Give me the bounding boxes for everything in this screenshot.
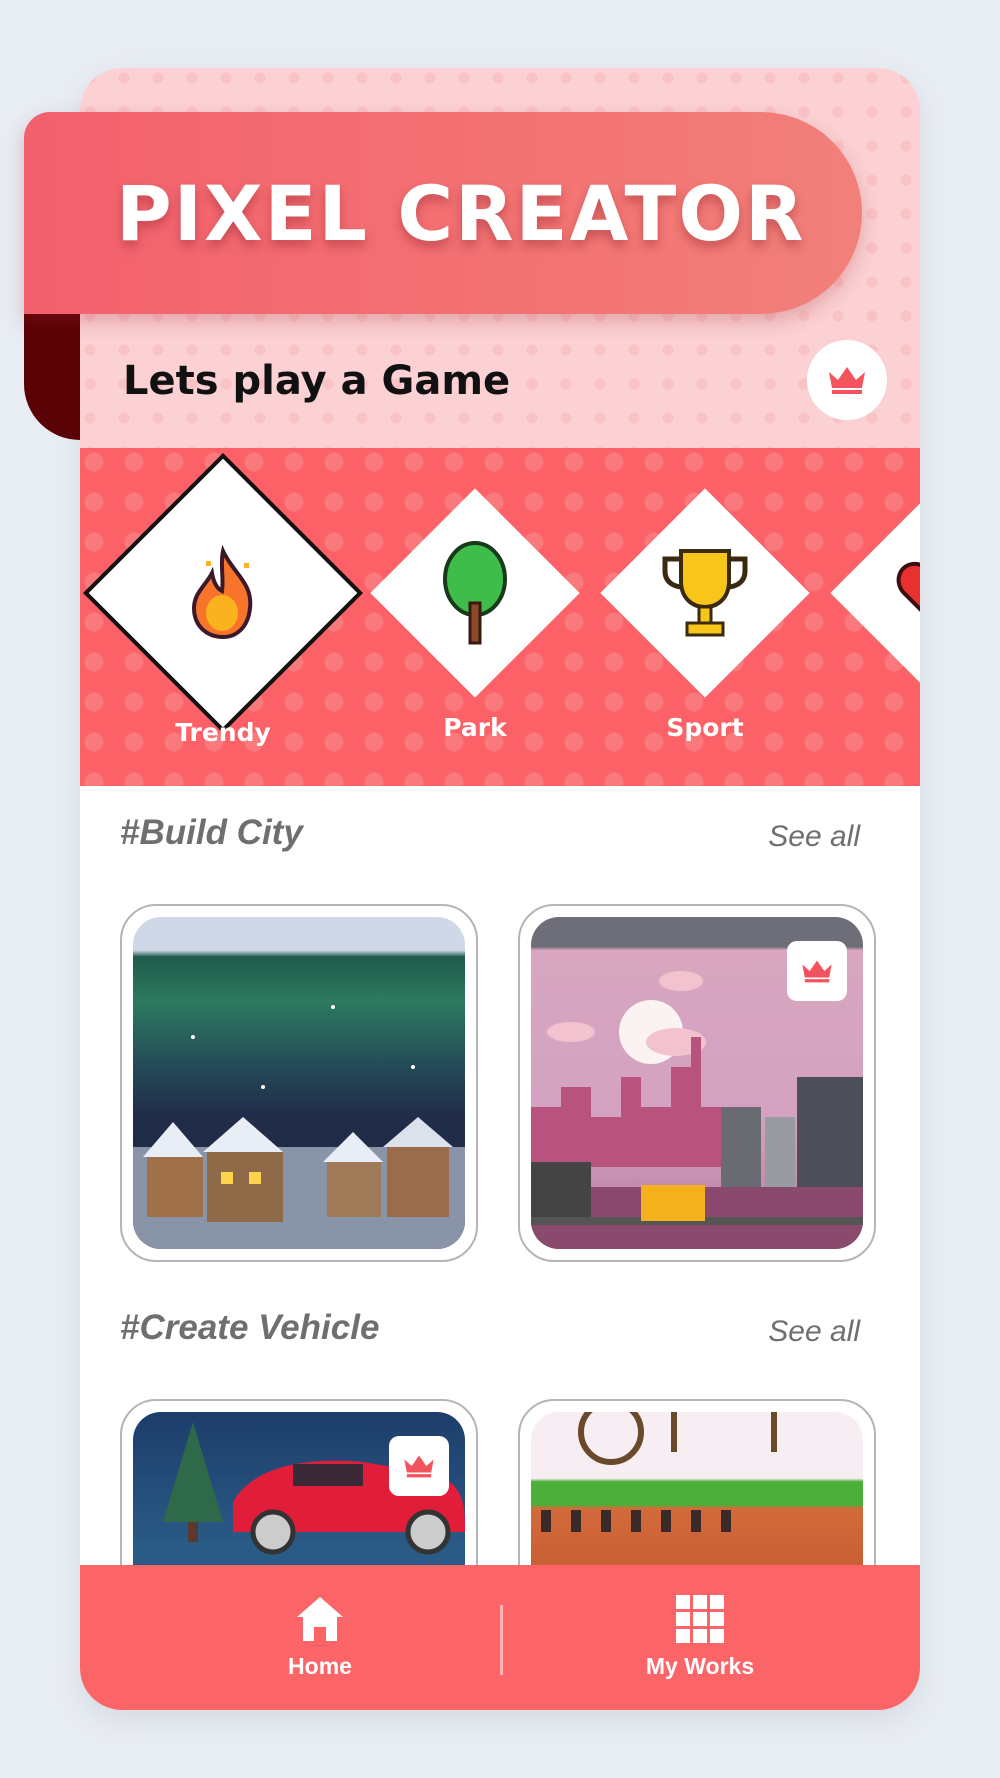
page-subtitle: Lets play a Game [123,358,511,404]
see-all-link[interactable]: See all [768,820,860,854]
nav-home[interactable]: Home [170,1565,470,1710]
card-image [133,917,465,1249]
app-title: PIXEL CREATOR [116,168,806,258]
title-banner: PIXEL CREATOR [24,112,862,314]
premium-button[interactable] [807,340,887,420]
category-trendy[interactable]: Trendy [82,452,364,747]
category-sport[interactable]: Sport [600,488,810,742]
category-h[interactable]: H [830,488,920,698]
template-card-pink-city[interactable] [518,904,876,1262]
tree-icon [443,541,507,645]
category-park[interactable]: Park [370,488,580,742]
crown-icon [802,960,832,983]
nav-my-works-label: My Works [645,1653,755,1679]
nav-my-works[interactable]: My Works [550,1565,850,1710]
category-label: Trendy [175,718,271,747]
section-title-build-city: #Build City [120,813,303,852]
category-label: Park [443,713,507,742]
crown-icon [404,1455,434,1478]
trophy-icon [662,549,748,637]
see-all-link[interactable]: See all [768,1315,860,1349]
bottom-nav: Home My Works [80,1565,920,1710]
premium-badge [389,1436,449,1496]
template-card-winter-village[interactable] [120,904,478,1262]
home-icon [297,1597,343,1641]
banner-fold [24,314,80,440]
heart-icon [896,561,920,612]
fire-icon [191,544,253,640]
crown-icon [829,367,865,394]
premium-badge [787,941,847,1001]
section-title-create-vehicle: #Create Vehicle [120,1308,380,1347]
category-label: H [835,713,920,742]
grid-icon [676,1595,724,1643]
nav-divider [500,1605,503,1675]
nav-home-label: Home [288,1653,352,1679]
phone-screen: Lets play a Game Trendy Park Sport #Buil… [80,68,920,1710]
category-label: Sport [666,713,744,742]
category-strip[interactable]: Trendy Park Sport [80,448,920,786]
card-image [531,917,863,1249]
